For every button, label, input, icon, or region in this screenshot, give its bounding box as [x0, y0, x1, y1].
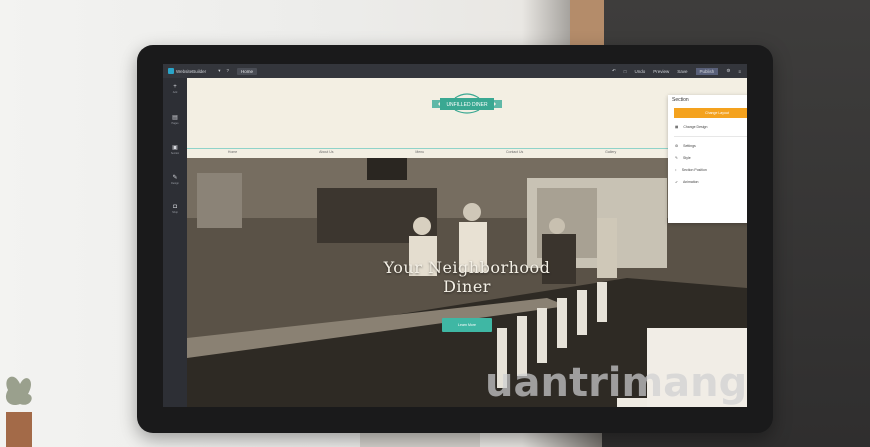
top-toolbar: WebsiteBuilder ▾ ? Home ↶ □ Undo Preview… — [163, 64, 747, 78]
section-settings-panel: Section × Change Layout ▦ Change Design … — [668, 95, 747, 223]
app-logo: WebsiteBuilder — [168, 68, 206, 74]
tool-label: Design — [171, 182, 179, 185]
panel-item-label: Change Design — [683, 125, 708, 129]
hero-title: Your Neighborhood Diner — [383, 258, 551, 296]
help-icon[interactable]: ? — [226, 68, 229, 74]
panel-item-settings[interactable]: ⚙ Settings — [668, 140, 747, 152]
plant-image — [5, 376, 32, 447]
tool-design[interactable]: ✎ Design — [163, 174, 187, 198]
tool-label: Shop — [172, 211, 178, 214]
brush-icon: ✎ — [675, 156, 678, 160]
logo-icon — [168, 68, 174, 74]
site-header[interactable]: UNFILLED DINER Home About Us Menu Contac… — [187, 78, 747, 158]
toolbar-actions: ↶ □ Undo Preview Save Publish ⚙ ≡ — [612, 67, 741, 75]
tool-label: Section — [170, 152, 180, 155]
nav-gallery[interactable]: Gallery — [605, 150, 616, 158]
app-name: WebsiteBuilder — [176, 68, 207, 74]
change-layout-button[interactable]: Change Layout — [674, 108, 747, 118]
pen-icon: ✎ — [172, 175, 178, 181]
tool-section[interactable]: ▣ Section — [163, 144, 187, 168]
device-icon[interactable]: ▾ — [218, 68, 220, 74]
hero-learn-more-button[interactable]: Learn More — [442, 318, 492, 332]
cup-icon: ◘ — [173, 204, 177, 210]
tool-label: Add — [172, 91, 178, 94]
panel-item-label: Animation — [682, 180, 699, 184]
nav-about[interactable]: About Us — [319, 150, 333, 158]
panel-item-label: Settings — [683, 144, 696, 148]
section-icon: ▣ — [172, 145, 178, 151]
tool-shop[interactable]: ◘ Shop — [163, 204, 187, 228]
rocket-icon: ➶ — [675, 180, 678, 184]
panel-item-label: Style — [682, 156, 691, 160]
panel-header: Section × — [668, 95, 747, 105]
panel-item-position[interactable]: ↕ Section Position — [668, 164, 747, 176]
watermark-text: uantrimang — [485, 360, 748, 406]
left-toolbar: + Add ▤ Pages ▣ Section ✎ Design ◘ Shop — [163, 78, 187, 407]
panel-item-style[interactable]: ✎ Style — [668, 152, 747, 164]
nav-menu[interactable]: Menu — [415, 150, 424, 158]
builder-screen: WebsiteBuilder ▾ ? Home ↶ □ Undo Preview… — [163, 64, 747, 407]
wooden-pillar — [570, 0, 604, 45]
badge-text: UNFILLED DINER — [446, 102, 488, 108]
site-nav: Home About Us Menu Contact Us Gallery Mo… — [187, 148, 747, 158]
panel-divider — [674, 136, 747, 137]
toolbar-icons: ▾ ? — [218, 68, 229, 74]
undo-button[interactable]: Undo — [635, 69, 646, 74]
panel-item-animation[interactable]: ➶ Animation — [668, 176, 747, 188]
publish-button[interactable]: Publish — [695, 67, 719, 75]
save-button[interactable]: Save — [677, 69, 687, 74]
preview-button[interactable]: Preview — [653, 69, 669, 74]
page-select[interactable]: Home — [236, 67, 257, 75]
gear-icon: ⚙ — [675, 144, 679, 148]
menu-icon[interactable]: ≡ — [738, 69, 741, 74]
settings-icon[interactable]: ⚙ — [726, 68, 730, 74]
panel-title: Section — [672, 97, 689, 103]
panel-item-change-design[interactable]: ▦ Change Design — [668, 121, 747, 133]
tool-label: Pages — [171, 122, 179, 125]
tool-add[interactable]: + Add — [163, 84, 187, 108]
plus-icon: + — [173, 84, 177, 90]
design-icon: ▦ — [675, 125, 679, 129]
editor-canvas[interactable]: UNFILLED DINER Home About Us Menu Contac… — [187, 78, 747, 407]
nav-home[interactable]: Home — [228, 150, 237, 158]
nav-contact[interactable]: Contact Us — [506, 150, 523, 158]
diner-logo-badge: UNFILLED DINER — [432, 93, 502, 114]
position-icon: ↕ — [675, 168, 677, 172]
page-icon: ▤ — [172, 115, 178, 121]
panel-item-label: Section Position — [681, 168, 707, 172]
undo-icon[interactable]: ↶ — [612, 68, 616, 74]
mobile-icon[interactable]: □ — [624, 69, 627, 74]
tool-pages[interactable]: ▤ Pages — [163, 114, 187, 138]
